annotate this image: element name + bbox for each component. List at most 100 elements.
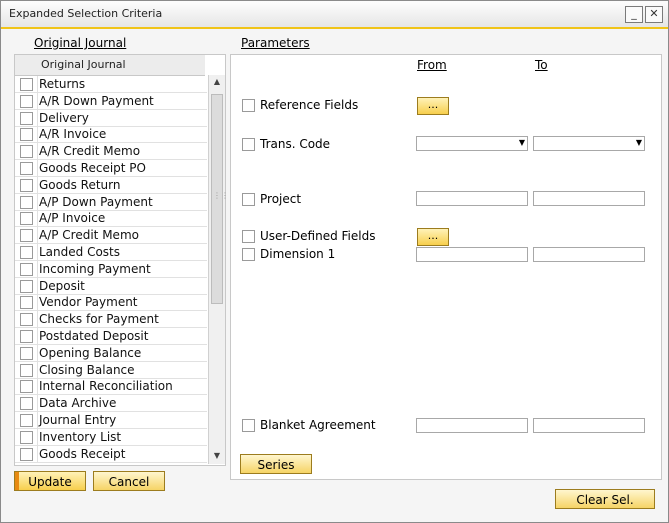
- journal-row[interactable]: A/P Invoice: [15, 210, 207, 228]
- journal-row-checkbox[interactable]: [20, 279, 33, 293]
- dimension-1-to-field[interactable]: [533, 247, 645, 262]
- journal-row-label: Postdated Deposit: [36, 328, 149, 344]
- journal-row[interactable]: Goods Receipt: [15, 445, 207, 463]
- project-checkbox[interactable]: [242, 193, 255, 206]
- reference-fields-browse-button[interactable]: ...: [417, 97, 449, 115]
- journal-row-checkbox[interactable]: [20, 111, 33, 125]
- clear-selection-button[interactable]: Clear Sel.: [555, 489, 655, 509]
- dimension-1-checkbox[interactable]: [242, 248, 255, 261]
- project-label: Project: [260, 192, 302, 206]
- trans-code-checkbox[interactable]: [242, 138, 255, 151]
- grid-scrollbar[interactable]: ▲ ⋮⋮ ▼: [208, 75, 229, 464]
- dimension-1-from-field[interactable]: [416, 247, 528, 262]
- journal-row-checkbox[interactable]: [20, 346, 33, 360]
- journal-row-checkbox[interactable]: [20, 128, 33, 142]
- journal-row[interactable]: Checks for Payment: [15, 311, 207, 329]
- journal-row-checkbox[interactable]: [20, 178, 33, 192]
- title-bar: Expanded Selection Criteria _ ✕: [1, 1, 668, 29]
- minimize-button[interactable]: _: [625, 6, 643, 23]
- journal-row-label: Deposit: [37, 277, 85, 294]
- journal-row-checkbox[interactable]: [20, 380, 33, 394]
- journal-row[interactable]: Landed Costs: [15, 244, 207, 261]
- journal-row-checkbox[interactable]: [20, 94, 33, 108]
- journal-row-checkbox[interactable]: [20, 430, 33, 444]
- update-button[interactable]: Update: [14, 471, 86, 491]
- journal-row-checkbox[interactable]: [20, 313, 33, 327]
- journal-row[interactable]: A/R Invoice: [15, 126, 207, 144]
- trans-code-from-select[interactable]: [416, 136, 528, 151]
- journal-row-checkbox[interactable]: [20, 229, 33, 243]
- journal-row-checkbox[interactable]: [20, 296, 33, 310]
- blanket-agreement-checkbox[interactable]: [242, 419, 255, 432]
- journal-row[interactable]: Incoming Payment: [15, 260, 207, 278]
- journal-row-checkbox[interactable]: [20, 212, 33, 226]
- grid-header-label: Original Journal: [41, 58, 126, 71]
- close-button[interactable]: ✕: [645, 6, 663, 23]
- user-defined-fields-checkbox[interactable]: [242, 230, 255, 243]
- journal-row-label: Goods Receipt PO: [37, 160, 146, 176]
- journal-row[interactable]: A/P Credit Memo: [15, 227, 207, 245]
- reference-fields-checkbox[interactable]: [242, 99, 255, 112]
- journal-row-label: A/R Invoice: [36, 126, 107, 143]
- journal-row-checkbox[interactable]: [20, 397, 33, 411]
- trans-code-label: Trans. Code: [260, 137, 331, 151]
- journal-row-checkbox[interactable]: [20, 195, 33, 209]
- project-from-field[interactable]: [416, 191, 528, 206]
- to-column-label: To: [535, 58, 548, 72]
- journal-row[interactable]: Data Archive: [15, 395, 207, 413]
- journal-row[interactable]: Postdated Deposit: [15, 328, 207, 345]
- user-defined-fields-browse-button[interactable]: ...: [417, 228, 449, 246]
- journal-row[interactable]: Goods Receipt PO: [15, 160, 207, 177]
- original-journal-grid: Original Journal Returns A/R Down Payment…: [14, 54, 229, 466]
- scroll-grip-icon: ⋮⋮: [213, 191, 229, 200]
- journal-row[interactable]: Opening Balance: [15, 344, 207, 362]
- journal-row-label: Goods Receipt: [36, 445, 126, 462]
- scroll-up-icon[interactable]: ▲: [209, 75, 225, 89]
- journal-row-checkbox[interactable]: [20, 246, 33, 259]
- journal-row-label: Delivery: [37, 109, 89, 126]
- journal-row[interactable]: Closing Balance: [15, 361, 207, 379]
- journal-row[interactable]: Deposit: [15, 277, 207, 295]
- journal-row-checkbox[interactable]: [20, 447, 33, 461]
- dimension-1-label: Dimension 1: [260, 247, 336, 261]
- journal-row-label: Closing Balance: [37, 361, 135, 378]
- cancel-button[interactable]: Cancel: [93, 471, 165, 491]
- journal-row-label: Inventory List: [36, 428, 122, 445]
- blanket-agreement-to-field[interactable]: [533, 418, 645, 433]
- journal-row[interactable]: Inventory List: [15, 428, 207, 446]
- parameters-section-title: Parameters: [241, 36, 310, 50]
- journal-row-checkbox[interactable]: [20, 262, 33, 276]
- blanket-agreement-from-field[interactable]: [416, 418, 528, 433]
- journal-row-checkbox[interactable]: [20, 414, 33, 427]
- series-button[interactable]: Series: [240, 454, 312, 474]
- scroll-down-icon[interactable]: ▼: [209, 449, 225, 463]
- project-to-field[interactable]: [533, 191, 645, 206]
- from-column-label: From: [417, 58, 447, 72]
- journal-row-label: Goods Return: [37, 176, 121, 193]
- journal-row-checkbox[interactable]: [20, 145, 33, 159]
- journal-row[interactable]: A/P Down Payment: [15, 193, 207, 211]
- journal-row-checkbox[interactable]: [20, 363, 33, 377]
- journal-row[interactable]: Journal Entry: [15, 412, 207, 429]
- journal-row-label: Incoming Payment: [37, 260, 151, 277]
- grid-header: Original Journal: [15, 55, 205, 76]
- window-title: Expanded Selection Criteria: [9, 7, 163, 20]
- journal-row-label: Journal Entry: [36, 412, 117, 428]
- trans-code-to-select[interactable]: [533, 136, 645, 151]
- journal-row[interactable]: Goods Return: [15, 176, 207, 194]
- journal-row-checkbox[interactable]: [20, 78, 33, 91]
- journal-row-label: Checks for Payment: [37, 311, 159, 328]
- journal-row[interactable]: Internal Reconciliation: [15, 378, 207, 396]
- journal-row-label: Opening Balance: [36, 344, 142, 361]
- journal-row[interactable]: Vendor Payment: [15, 294, 207, 312]
- journal-row-label: A/R Credit Memo: [36, 143, 141, 160]
- scroll-thumb[interactable]: ⋮⋮: [211, 94, 229, 304]
- journal-row-checkbox[interactable]: [20, 162, 33, 175]
- journal-row-label: Internal Reconciliation: [37, 378, 173, 395]
- journal-row[interactable]: Delivery: [15, 109, 207, 127]
- original-journal-section-title: Original Journal: [34, 36, 127, 50]
- journal-row[interactable]: A/R Down Payment: [15, 92, 207, 110]
- journal-row[interactable]: Returns: [15, 76, 207, 93]
- journal-row-checkbox[interactable]: [20, 330, 33, 343]
- journal-row[interactable]: A/R Credit Memo: [15, 143, 207, 161]
